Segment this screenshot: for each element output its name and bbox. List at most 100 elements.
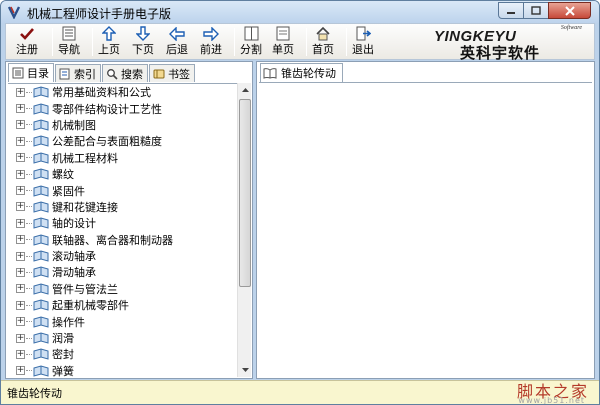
app-window: 机械工程师设计手册电子版 注册 导航 上页 下页 后退 前进 分割 单页 首页 … [0,0,600,405]
home-button[interactable]: 首页 [312,25,334,59]
expand-icon[interactable]: + [16,284,25,294]
tree-connector [26,91,32,93]
tree-connector [26,206,32,208]
tree-scrollbar[interactable] [237,83,251,377]
tree-item[interactable]: + 机械工程材料 [8,150,238,166]
window-title: 机械工程师设计手册电子版 [27,7,172,21]
book-icon [33,135,49,148]
back-label: 后退 [166,43,188,56]
tree-item[interactable]: + 操作件 [8,313,238,329]
expand-icon[interactable]: + [16,120,25,130]
toolbar: 注册 导航 上页 下页 后退 前进 分割 单页 首页 退出 Software Y… [5,23,595,62]
arrow-down-icon [134,25,152,42]
tree-item[interactable]: + 螺纹 [8,166,238,182]
expand-icon[interactable]: + [16,202,25,212]
book-icon [33,217,49,229]
page-up-button[interactable]: 上页 [98,25,120,59]
expand-icon[interactable]: + [16,218,25,228]
tree-connector [26,108,32,110]
tree-item[interactable]: + 联轴器、离合器和制动器 [8,232,238,248]
exit-button[interactable]: 退出 [352,25,374,59]
expand-icon[interactable]: + [16,366,25,376]
tree-item-label: 操作件 [52,315,85,329]
expand-icon[interactable]: + [16,169,25,179]
tab-document[interactable]: 锥齿轮传动 [260,63,343,82]
minimize-icon [507,11,515,14]
minimize-button[interactable] [498,2,524,19]
tree-item[interactable]: + 管件与管法兰 [8,281,238,297]
tree-item[interactable]: + 轴的设计 [8,215,238,231]
single-page-button[interactable]: 单页 [272,25,294,59]
maximize-button[interactable] [523,2,549,19]
book-icon [33,201,49,213]
forward-button[interactable]: 前进 [200,25,222,59]
navigation-button[interactable]: 导航 [58,25,80,59]
tree-item[interactable]: + 键和花键连接 [8,199,238,215]
navigation-pane: 目录 索引 搜索 书签 + 常用基础资料和公式 + 零部件结构设计工艺性 + 机… [5,61,253,379]
expand-icon[interactable]: + [16,267,25,277]
arrow-left-icon [168,25,186,42]
tab-contents[interactable]: 目录 [8,63,54,82]
tree-item[interactable]: + 密封 [8,346,238,362]
expand-icon[interactable]: + [16,333,25,343]
split-button[interactable]: 分割 [240,25,262,59]
title-bar[interactable]: 机械工程师设计手册电子版 [1,1,599,23]
page-down-label: 下页 [132,43,154,56]
tab-index[interactable]: 索引 [55,64,101,82]
tree-connector [26,124,32,126]
tree-item[interactable]: + 弹簧 [8,363,238,377]
tree-connector [26,321,32,323]
tab-search-label: 搜索 [121,67,143,81]
expand-icon[interactable]: + [16,153,25,163]
toolbar-divider [52,28,53,56]
document-view[interactable] [259,82,592,377]
tree-item[interactable]: + 滑动轴承 [8,264,238,280]
book-icon [33,266,49,279]
book-icon [33,316,49,328]
tree-connector [26,190,32,192]
tree-connector [26,304,32,306]
expand-icon[interactable]: + [16,251,25,261]
expand-icon[interactable]: + [16,300,25,310]
tree-connector [26,288,32,290]
tree-item-label: 滚动轴承 [52,250,96,264]
scroll-up-button[interactable] [238,83,252,97]
close-button[interactable] [548,2,591,19]
register-button[interactable]: 注册 [16,25,38,59]
tree-item-label: 润滑 [52,332,74,346]
split-label: 分割 [240,43,262,56]
book-icon [33,185,49,197]
expand-icon[interactable]: + [16,349,25,359]
tree-item[interactable]: + 机械制图 [8,117,238,133]
expand-icon[interactable]: + [16,104,25,114]
tree-item[interactable]: + 公差配合与表面粗糙度 [8,133,238,149]
tab-search[interactable]: 搜索 [102,64,148,82]
page-down-button[interactable]: 下页 [132,25,154,59]
expand-icon[interactable]: + [16,317,25,327]
tree-item[interactable]: + 零部件结构设计工艺性 [8,100,238,116]
scrollbar-thumb[interactable] [239,99,251,287]
tab-bookmarks[interactable]: 书签 [149,64,195,82]
book-icon [33,348,49,361]
expand-icon[interactable]: + [16,235,25,245]
book-icon [33,234,49,246]
content-pane: 锥齿轮传动 [256,61,595,379]
tree-connector [26,140,32,142]
expand-icon[interactable]: + [16,186,25,196]
tree-item[interactable]: + 紧固件 [8,182,238,198]
book-icon [33,365,49,377]
expand-icon[interactable]: + [16,87,25,97]
tree-item[interactable]: + 滚动轴承 [8,248,238,264]
tab-index-label: 索引 [74,67,96,81]
checkmark-icon [18,25,36,42]
tree-item[interactable]: + 润滑 [8,330,238,346]
tree-connector [26,370,32,372]
tree-item[interactable]: + 常用基础资料和公式 [8,84,238,100]
tree-item-label: 轴的设计 [52,217,96,231]
navigation-icon [60,25,78,42]
scroll-down-button[interactable] [238,363,252,377]
back-button[interactable]: 后退 [166,25,188,59]
tree-item[interactable]: + 起重机械零部件 [8,297,238,313]
contents-icon [11,67,24,80]
expand-icon[interactable]: + [16,136,25,146]
